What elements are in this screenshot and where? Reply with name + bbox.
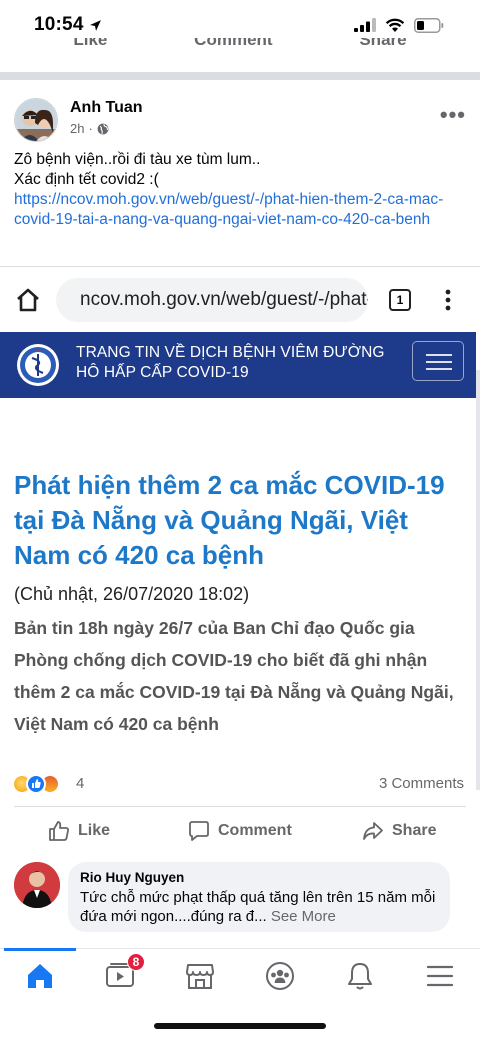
ministry-logo [17,344,59,386]
site-header: TRANG TIN VỀ DỊCH BỆNH VIÊM ĐƯỜNG HÔ HẤP… [0,332,476,398]
article-date: (Chủ nhật, 26/07/2020 18:02) [14,584,250,604]
comment-item: Rio Huy Nguyen Tức chỗ mức phạt thấp quá… [14,862,466,932]
post-author-name[interactable]: Anh Tuan [70,99,143,117]
post-text-line-2: Xác định tết covid2 :( [14,171,159,188]
browser-home-icon [17,288,39,312]
browser-kebab-icon [445,289,451,311]
share-label: Share [392,822,437,839]
see-more-link[interactable]: See More [271,908,336,925]
share-button[interactable]: Share [362,820,436,842]
post-actions: Like Comment Share [0,812,480,852]
feed-divider [0,72,480,80]
prev-comment-button[interactable]: Comment [194,38,272,56]
cellular-signal-icon [354,18,376,32]
commenter-name[interactable]: Rio Huy Nguyen [80,870,438,885]
notifications-icon [348,963,372,990]
watch-notification-badge: 8 [127,953,145,971]
site-title: TRANG TIN VỀ DỊCH BỆNH VIÊM ĐƯỜNG HÔ HẤP… [76,344,385,381]
post-link[interactable]: https://ncov.moh.gov.vn/web/guest/-/phat… [14,190,462,230]
comment-label: Comment [218,822,292,839]
like-button[interactable]: Like [48,820,110,842]
prev-like-button[interactable]: Like [73,38,107,56]
site-menu-button [412,341,464,381]
bottom-tab-bar: 8 [0,948,480,1002]
comment-text: Tức chỗ mức phạt thấp quá tăng lên trên … [80,888,438,926]
groups-icon [266,962,294,990]
browser-toolbar: ncov.moh.gov.vn/web/guest/-/phat-hien 1 [0,270,480,332]
menu-icon [426,965,454,987]
post-text-line-1: Zô bệnh viện..rồi đi tàu xe tùm lum.. [14,151,261,168]
post-text: Zô bệnh viện..rồi đi tàu xe tùm lum.. Xá… [14,150,462,230]
reactions-row: 4 3 Comments [12,772,466,796]
like-reaction-icon [26,774,46,794]
comment-button[interactable]: Comment [188,820,292,842]
share-icon [363,822,383,840]
tab-groups[interactable] [265,961,295,991]
like-label: Like [78,822,111,839]
globe-icon [97,123,109,134]
link-preview-top-border [0,266,480,267]
tab-marketplace[interactable] [185,961,215,991]
post-time[interactable]: 2h [70,121,84,136]
clock-text: 10:54 [34,14,84,35]
browser-url: ncov.moh.gov.vn/web/guest/-/phat-hien [80,289,368,310]
status-icons [354,17,444,33]
previous-post-actions: Like Comment Share [0,38,480,64]
article-lead: Bản tin 18h ngày 26/7 của Ban Chỉ đạo Qu… [14,618,454,734]
commenter-avatar[interactable] [14,862,60,908]
comment-body: Tức chỗ mức phạt thấp quá tăng lên trên … [80,889,436,925]
active-tab-indicator [4,948,76,951]
home-indicator[interactable] [154,1023,326,1029]
tab-watch[interactable]: 8 [105,953,145,991]
comment-bubble[interactable]: Rio Huy Nguyen Tức chỗ mức phạt thấp quá… [68,862,450,932]
status-time: 10:54 [34,14,102,36]
article-title: Phát hiện thêm 2 ca mắc COVID-19 tại Đà … [14,470,445,570]
wifi-icon [385,18,405,32]
actions-top-divider [14,806,466,807]
browser-url-box: ncov.moh.gov.vn/web/guest/-/phat-hien [56,278,368,322]
tab-menu[interactable] [425,961,455,991]
screenshot-scroll-track [476,370,480,790]
location-arrow-icon [89,19,101,31]
comment-icon [189,821,209,841]
browser-tab-count: 1 [389,289,411,311]
like-icon [49,821,69,841]
prev-share-button[interactable]: Share [359,38,406,56]
post-meta: 2h · [70,121,109,136]
reaction-count[interactable]: 4 [76,775,84,792]
reaction-icons[interactable] [12,774,60,794]
comments-count[interactable]: 3 Comments [379,775,464,792]
home-icon [28,964,52,988]
tab-home[interactable] [25,961,55,991]
more-options-button[interactable]: ••• [440,102,466,128]
tab-notifications[interactable] [345,961,375,991]
author-avatar[interactable] [14,98,58,142]
marketplace-icon [186,964,214,989]
post-header: Anh Tuan 2h · ••• [14,96,466,146]
battery-icon [414,17,444,33]
